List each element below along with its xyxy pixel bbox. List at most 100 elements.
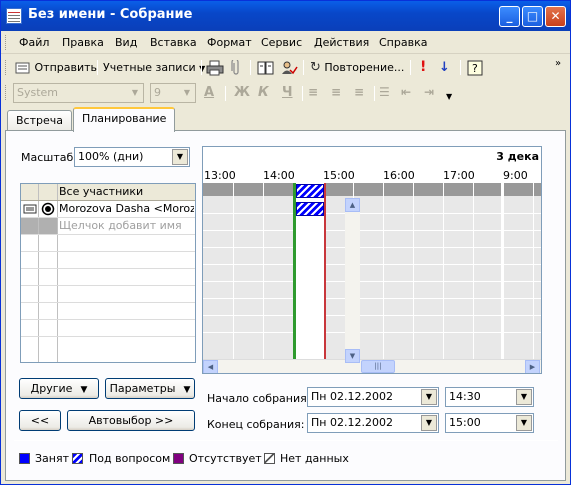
attach-button[interactable]	[230, 58, 242, 77]
chevron-down-icon: ▼	[183, 88, 191, 97]
bullets-icon[interactable]: ☰	[379, 85, 390, 99]
bold-button[interactable]: Ж	[234, 85, 250, 100]
attendee-name[interactable]: Morozova Dasha <Morozova	[59, 202, 194, 215]
italic-button[interactable]: К	[258, 85, 269, 100]
busy-swatch	[19, 453, 30, 464]
row-cell	[39, 303, 58, 319]
end-date-select[interactable]: Пн 02.12.2002 ▼	[307, 413, 439, 433]
tab-meeting[interactable]: Встреча	[7, 110, 72, 131]
increase-indent-icon[interactable]: ⇥	[424, 85, 434, 99]
header-cell	[21, 184, 39, 200]
grid-line	[203, 281, 541, 282]
autopick-button[interactable]: Автовыбор >>	[67, 410, 195, 431]
toolbar-separator	[410, 60, 411, 75]
menu-grip	[5, 35, 8, 50]
start-time-select[interactable]: 14:30 ▼	[445, 387, 534, 407]
menu-help[interactable]: Справка	[379, 36, 427, 49]
accounts-button[interactable]: Учетные записи ▼	[103, 58, 205, 77]
scroll-thumb[interactable]: |||	[361, 360, 395, 373]
menu-actions[interactable]: Действия	[314, 36, 369, 49]
check-names-icon	[282, 61, 298, 75]
toolbar-separator	[225, 86, 226, 101]
organizer-icon	[41, 202, 55, 216]
svg-text:?: ?	[472, 62, 478, 75]
align-left-icon[interactable]: ≡	[308, 85, 318, 99]
free-busy-grid[interactable]: 3 дека 13:00 14:00 15:00 16:00 17:00 9:0…	[202, 146, 542, 374]
chevron-down-icon: ▼	[131, 88, 139, 97]
toolbar-overflow-icon[interactable]: ▼	[446, 92, 452, 101]
tab-planning[interactable]: Планирование	[73, 107, 176, 132]
underline-button[interactable]: Ч	[282, 85, 293, 100]
previous-slot-button[interactable]: <<	[19, 410, 61, 431]
recurrence-button[interactable]: ↻ Повторение...	[310, 58, 404, 77]
maximize-button[interactable]: □	[522, 6, 543, 27]
check-names-button[interactable]	[280, 58, 298, 77]
date-header: 3 дека	[496, 150, 539, 163]
recurrence-icon: ↻	[310, 60, 321, 75]
font-size-value: 9	[154, 86, 161, 99]
grid-line	[203, 230, 541, 231]
chevron-down-icon: ▼	[183, 385, 191, 395]
menu-format[interactable]: Формат	[207, 36, 252, 49]
no-info-swatch	[264, 453, 275, 464]
grid-line	[203, 298, 541, 299]
title-bar[interactable]: Без имени - Собрание _ □ ✕	[1, 1, 570, 31]
decrease-indent-icon[interactable]: ⇤	[401, 85, 411, 99]
minimize-button[interactable]: _	[499, 6, 520, 27]
vertical-scrollbar[interactable]: ▲ ▼	[345, 198, 360, 363]
font-size-select[interactable]: 9 ▼	[150, 83, 196, 103]
others-button[interactable]: Другие ▼	[19, 378, 99, 399]
end-label: Конец собрания:	[207, 418, 305, 431]
attendee-row[interactable]: Morozova Dasha <Morozova	[21, 201, 195, 218]
empty-row	[21, 252, 195, 269]
header-cell	[39, 184, 58, 200]
toolbar-overflow-icon[interactable]: »	[555, 54, 561, 73]
end-time-select[interactable]: 15:00 ▼	[445, 413, 534, 433]
hour-label: 9:00	[503, 169, 528, 182]
address-book-button[interactable]	[257, 58, 275, 77]
print-button[interactable]	[206, 58, 224, 77]
row-cell	[39, 269, 58, 285]
font-select[interactable]: System ▼	[13, 83, 144, 103]
meeting-time-selection[interactable]	[293, 183, 326, 359]
start-date-select[interactable]: Пн 02.12.2002 ▼	[307, 387, 439, 407]
scroll-up-icon[interactable]: ▲	[345, 198, 360, 212]
scroll-left-icon[interactable]: ◀	[203, 360, 218, 373]
scroll-down-icon[interactable]: ▼	[345, 349, 360, 363]
chevron-down-icon: ▼	[421, 389, 437, 405]
scroll-right-icon[interactable]: ▶	[525, 360, 540, 373]
address-book-icon	[257, 61, 274, 75]
options-button[interactable]: Параметры ▼	[105, 378, 195, 399]
menu-file[interactable]: Файл	[19, 36, 49, 49]
horizontal-scrollbar[interactable]: ◀ ||| ▶	[203, 359, 541, 373]
row-cell	[39, 337, 58, 362]
start-date-value: Пн 02.12.2002	[311, 390, 393, 403]
help-button[interactable]: ?	[467, 58, 483, 77]
align-center-icon[interactable]: ≡	[331, 85, 341, 99]
row-cell	[21, 320, 39, 336]
high-importance-button[interactable]: !	[420, 58, 426, 77]
paperclip-icon	[231, 60, 239, 75]
menu-bar: Файл Правка Вид Вставка Формат Сервис Де…	[1, 31, 570, 54]
window-title: Без имени - Собрание	[28, 7, 193, 22]
close-button[interactable]: ✕	[545, 6, 566, 27]
format-toolbar: System ▼ 9 ▼ A Ж К Ч ≡ ≡ ≡ ☰ ⇤ ⇥ ▼	[1, 80, 570, 106]
menu-view[interactable]: Вид	[115, 36, 137, 49]
menu-insert[interactable]: Вставка	[150, 36, 197, 49]
align-right-icon[interactable]: ≡	[354, 85, 364, 99]
send-button[interactable]: Отправить	[15, 58, 97, 77]
menu-edit[interactable]: Правка	[62, 36, 104, 49]
add-name-hint[interactable]: Щелчок добавит имя	[59, 219, 194, 232]
add-attendee-row[interactable]: Щелчок добавит имя	[21, 218, 195, 235]
row-cell	[39, 286, 58, 302]
end-date-value: Пн 02.12.2002	[311, 416, 393, 429]
legend-out-of-office: Отсутствует	[189, 452, 262, 465]
scale-select[interactable]: 100% (дни) ▼	[74, 147, 190, 167]
grid-line	[203, 315, 541, 316]
low-importance-button[interactable]: ↓	[439, 58, 450, 77]
font-color-icon[interactable]: A	[204, 85, 214, 100]
menu-tools[interactable]: Сервис	[261, 36, 302, 49]
start-label: Начало собрания:	[207, 392, 311, 405]
meeting-icon	[6, 8, 22, 24]
font-select-value: System	[17, 86, 59, 99]
